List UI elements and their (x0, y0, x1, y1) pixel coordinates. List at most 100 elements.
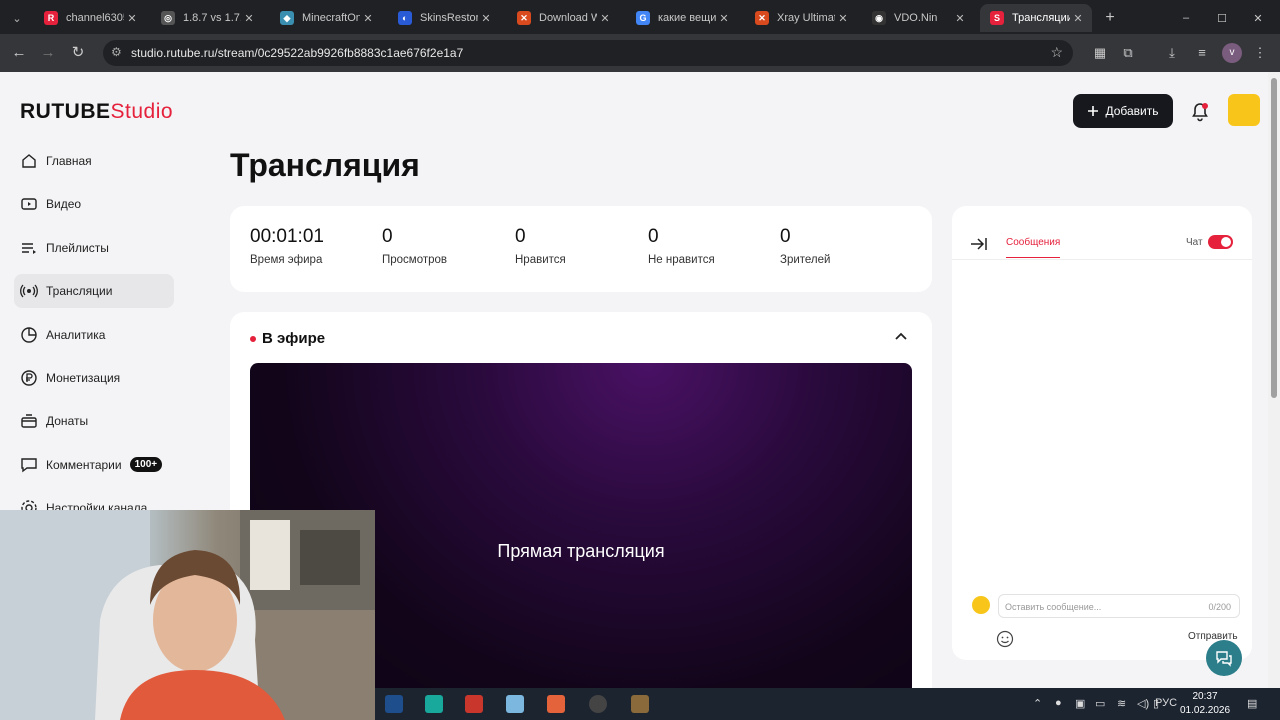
taskbar-notepad-icon[interactable] (506, 695, 524, 713)
tab-favicon-icon: S (990, 11, 1004, 25)
chevron-down-icon: ⌄ (12, 12, 22, 25)
back-button[interactable]: ← (8, 42, 30, 64)
maximize-button[interactable]: ☐ (1212, 4, 1232, 32)
browser-tab[interactable]: ◉ VDO.Nin ✕ (862, 4, 974, 32)
profile-avatar[interactable]: v (1222, 43, 1242, 63)
sidebar-item-analytics[interactable]: Аналитика (14, 318, 174, 352)
tray-display-icon[interactable]: ▭ (1095, 697, 1105, 710)
notification-center-icon[interactable]: ▤ (1247, 697, 1257, 710)
stat-item: 0 Зрителей (780, 226, 830, 266)
tab-title: channel6305 (66, 12, 124, 24)
sidebar-item-broadcast[interactable]: Трансляции (14, 274, 174, 309)
stat-label: Не нравится (648, 254, 715, 266)
page-scrollbar[interactable] (1268, 72, 1280, 688)
sidebar-item-home[interactable]: Главная (14, 144, 174, 178)
system-clock[interactable]: 20:37 01.02.2026 (1180, 690, 1230, 718)
sidebar-item-comments[interactable]: Комментарии 100+ (14, 448, 174, 482)
site-info-icon[interactable]: ⚙ (111, 45, 122, 59)
taskbar-shield-icon[interactable] (425, 695, 443, 713)
playlist-icon (20, 239, 38, 257)
live-header[interactable]: В эфире (250, 330, 325, 347)
sidebar-item-donate[interactable]: Донаты (14, 404, 174, 438)
sidebar-nav: Главная Видео Плейлисты Трансляции Аналитика… (14, 144, 174, 535)
browser-tab[interactable]: S Трансляции ✕ (980, 4, 1092, 32)
sidebar-item-video[interactable]: Видео (14, 187, 174, 221)
tab-search-button[interactable]: ⌄ (6, 4, 28, 32)
sidebar-item-playlist[interactable]: Плейлисты (14, 231, 174, 265)
tab-messages[interactable]: Сообщения (1006, 237, 1061, 258)
sidebar-item-ruble[interactable]: Монетизация (14, 361, 174, 395)
chevron-up-icon[interactable] (894, 330, 908, 344)
notification-bell-icon[interactable] (1190, 102, 1210, 122)
chat-panel: Сообщения Чат Оставить сообщение... 0/200… (952, 206, 1252, 660)
browser-tab[interactable]: ◐ SkinsRestore✕ (388, 4, 500, 32)
download-icon[interactable]: ⤓ (1162, 43, 1182, 63)
browser-tab[interactable]: ◎ 1.8.7 vs 1.7.7✕ (151, 4, 263, 32)
tab-favicon-icon: ✕ (755, 11, 769, 25)
close-window-button[interactable]: ✕ (1248, 4, 1268, 32)
collapse-panel-icon[interactable] (970, 236, 988, 252)
chat-toggle[interactable] (1208, 235, 1233, 249)
stat-value: 0 (382, 226, 393, 247)
tab-title: 1.8.7 vs 1.7.7 (183, 12, 241, 24)
taskbar-obs-icon[interactable] (589, 695, 607, 713)
forward-button[interactable]: → (37, 42, 59, 64)
menu-kebab-icon[interactable]: ⋮ (1250, 43, 1270, 63)
tab-close-icon[interactable]: ✕ (124, 12, 140, 25)
tab-favicon-icon: ◎ (161, 11, 175, 25)
emoji-icon[interactable] (996, 630, 1014, 648)
address-bar[interactable]: ⚙ studio.rutube.ru/stream/0c29522ab9926f… (103, 40, 1073, 66)
sidebar-item-label: Трансляции (46, 284, 113, 299)
support-chat-button[interactable] (1206, 640, 1242, 676)
extensions-puzzle-icon[interactable]: ⧉ (1118, 43, 1138, 63)
scrollbar-thumb[interactable] (1271, 78, 1277, 398)
logo-main-text: RUTUBE (20, 100, 111, 123)
stat-value: 00:01:01 (250, 226, 324, 247)
tray-wifi-icon[interactable]: ≋ (1117, 697, 1126, 710)
tray-volume-icon[interactable]: ◁) (1137, 697, 1149, 710)
sidebar-item-label: Плейлисты (46, 240, 109, 255)
tray-mic-icon[interactable]: ● (1055, 697, 1062, 709)
minimize-button[interactable]: – (1176, 4, 1196, 32)
tab-close-icon[interactable]: ✕ (1070, 12, 1086, 25)
tab-favicon-icon: ✕ (517, 11, 531, 25)
stat-label: Просмотров (382, 254, 448, 266)
sidebar-item-label: Аналитика (46, 327, 106, 342)
stat-item: 00:01:01 Время эфира (250, 226, 324, 266)
browser-tab[interactable]: ✕ Download W ✕ (507, 4, 619, 32)
taskbar-winrar-icon[interactable] (465, 695, 483, 713)
browser-tab-strip: ⌄ Rchannel6305✕◎1.8.7 vs 1.7.7✕◆Minecraf… (0, 0, 1280, 34)
tray-chevron-icon[interactable]: ⌃ (1033, 697, 1042, 710)
windows-taskbar: ⌃ ● ▣ ▭ ≋ ◁) ▯ РУС ▤ (375, 688, 1280, 720)
media-control-icon[interactable]: ≡ (1192, 43, 1212, 63)
tray-security-icon[interactable]: ▣ (1075, 697, 1085, 710)
browser-tab[interactable]: Rchannel6305 ✕ (34, 4, 146, 32)
chat-message-input[interactable]: Оставить сообщение... 0/200 (998, 594, 1240, 618)
tab-close-icon[interactable]: ✕ (241, 12, 257, 25)
clock-date: 01.02.2026 (1180, 705, 1231, 716)
tab-close-icon[interactable]: ✕ (597, 12, 613, 25)
bookmark-star-icon[interactable]: ☆ (1050, 44, 1063, 61)
user-avatar (972, 596, 990, 614)
taskbar-browser-icon[interactable] (547, 695, 565, 713)
sidebar-item-label: Видео (46, 197, 82, 212)
extension-icon[interactable]: ▦ (1090, 43, 1110, 63)
reload-button[interactable]: ↻ (67, 42, 89, 64)
tab-close-icon[interactable]: ✕ (835, 12, 851, 25)
tab-close-icon[interactable]: ✕ (478, 12, 494, 25)
tab-favicon-icon: G (636, 11, 650, 25)
tab-close-icon[interactable]: ✕ (360, 12, 376, 25)
stat-value: 0 (780, 226, 791, 247)
browser-tab[interactable]: Gкакие вещи ✕ (626, 4, 738, 32)
tab-close-icon[interactable]: ✕ (952, 12, 968, 25)
browser-tab[interactable]: ◆ MinecraftOn ✕ (270, 4, 382, 32)
url-text: studio.rutube.ru/stream/0c29522ab9926fb8… (131, 46, 464, 60)
new-tab-button[interactable]: + (1100, 4, 1120, 32)
rutube-studio-logo[interactable]: RUTUBEStudio (20, 100, 173, 124)
tab-close-icon[interactable]: ✕ (716, 12, 732, 25)
add-button[interactable]: Добавить (1073, 94, 1173, 128)
channel-avatar[interactable] (1228, 94, 1260, 126)
taskbar-minecraft-icon[interactable] (631, 695, 649, 713)
browser-tab[interactable]: ✕ Xray Ultimat ✕ (745, 4, 857, 32)
taskbar-app-icon[interactable] (385, 695, 403, 713)
